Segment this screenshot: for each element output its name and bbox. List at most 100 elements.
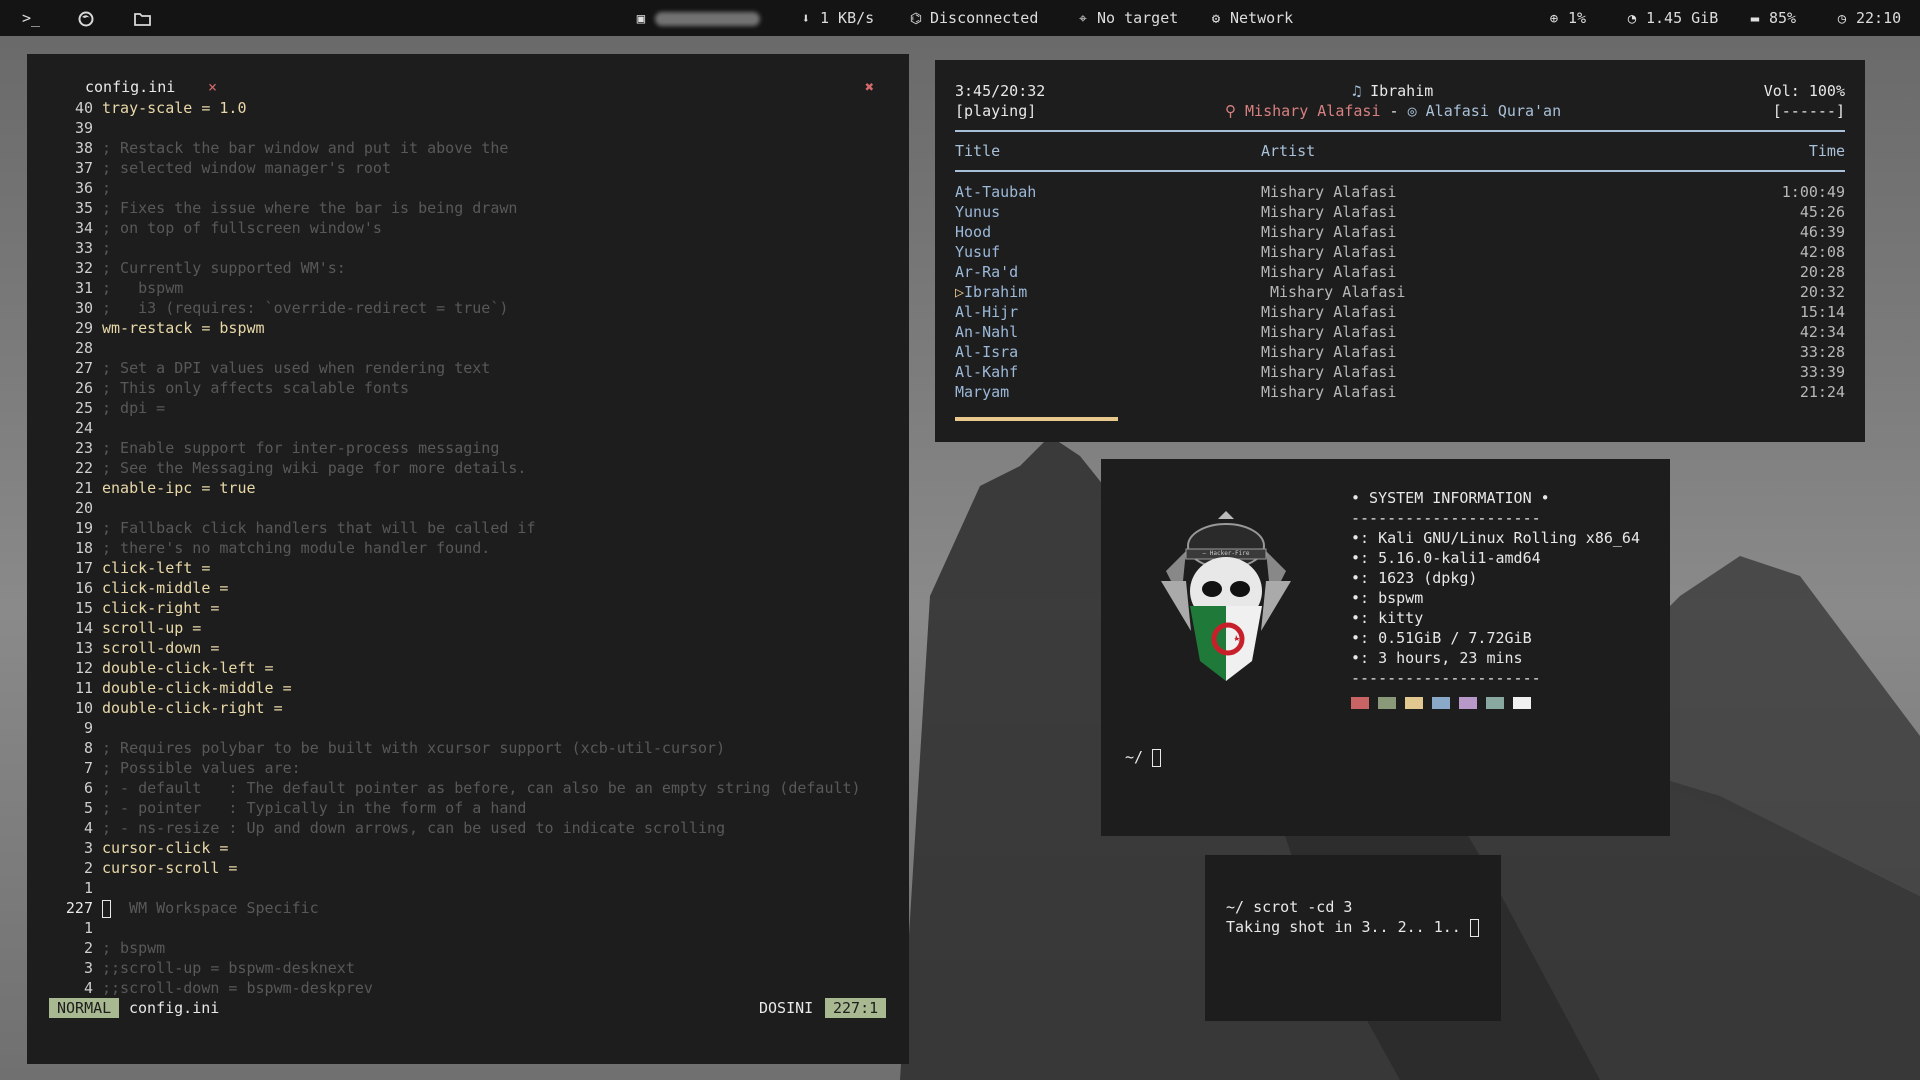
track-row[interactable]: Ar-Ra'd Mishary Alafasi 20:28 <box>955 262 1845 282</box>
editor-line[interactable]: 1 <box>27 918 102 938</box>
comment-text: ; Set a DPI values used when rendering t… <box>102 359 491 377</box>
clock-icon: ◷ <box>1837 11 1847 27</box>
col-time-header[interactable]: Time <box>1809 142 1845 160</box>
editor-line[interactable]: 17 click-left = <box>27 558 210 578</box>
tab-close-icon[interactable]: × <box>208 78 217 96</box>
editor-line[interactable]: 19 ; Fallback click handlers that will be… <box>27 518 536 538</box>
comment-text: ; Possible values are: <box>102 759 301 777</box>
line-number: 13 <box>74 639 93 657</box>
editor-line[interactable]: 28 <box>27 338 102 358</box>
line-number: 39 <box>74 119 93 137</box>
line-number: 34 <box>74 219 93 237</box>
editor-line[interactable]: 4 ; - ns-resize : Up and down arrows, can… <box>27 818 725 838</box>
scrot-terminal[interactable]: ~/ scrot -cd 3 Taking shot in 3.. 2.. 1.… <box>1205 855 1501 1021</box>
hostname-widget: ▣ <box>633 0 760 36</box>
editor-line[interactable]: 38 ; Restack the bar window and put it ab… <box>27 138 508 158</box>
vpn-widget[interactable]: ⌬ Disconnected <box>908 0 1039 36</box>
editor-line[interactable]: 9 <box>27 718 102 738</box>
track-title-text: An-Nahl <box>955 323 1019 341</box>
sysinfo-line: •: 5.16.0-kali1-amd64 <box>1351 549 1541 567</box>
sysinfo-terminal[interactable]: — Hacker-Fire • SYSTEM INFORMATION • ---… <box>1101 459 1670 836</box>
editor-line[interactable]: 25 ; dpi = <box>27 398 165 418</box>
editor-line[interactable]: 1 <box>27 878 102 898</box>
editor-line[interactable]: 2 ; bspwm <box>27 938 165 958</box>
editor-line[interactable]: 22 ; See the Messaging wiki page for more… <box>27 458 527 478</box>
editor-line[interactable]: 2 cursor-scroll = <box>27 858 238 878</box>
editor-line[interactable]: 11 double-click-middle = <box>27 678 292 698</box>
target-widget[interactable]: ⌖ No target <box>1075 0 1178 36</box>
editor-line[interactable]: 4 ;;scroll-down = bspwm-deskprev <box>27 978 373 998</box>
editor-line[interactable]: 13 scroll-down = <box>27 638 219 658</box>
col-title-header[interactable]: Title <box>955 142 1000 160</box>
track-row[interactable]: Al-Kahf Mishary Alafasi 33:39 <box>955 362 1845 382</box>
line-number: 24 <box>74 419 93 437</box>
sysinfo-prompt-line[interactable]: ~/ <box>1125 747 1162 767</box>
editor-line[interactable]: 7 ; Possible values are: <box>27 758 301 778</box>
editor-line[interactable]: 27 ; Set a DPI values used when rendering… <box>27 358 490 378</box>
comment-text: ; bspwm <box>102 279 184 297</box>
line-number: 19 <box>74 519 93 537</box>
track-row[interactable]: ▷Ibrahim Mishary Alafasi 20:32 <box>955 282 1845 302</box>
editor-line[interactable]: 24 <box>27 418 102 438</box>
editor-line[interactable]: 32 ; Currently supported WM's: <box>27 258 346 278</box>
current-artist-line: ⚲ Mishary Alafasi - ◎ Alafasi Qura'an <box>1225 102 1561 120</box>
editor-line[interactable]: 20 <box>27 498 102 518</box>
editor-line[interactable]: 37 ; selected window manager's root <box>27 158 391 178</box>
editor-line[interactable]: 12 double-click-left = <box>27 658 274 678</box>
track-row[interactable]: Al-Isra Mishary Alafasi 33:28 <box>955 342 1845 362</box>
progress-bar[interactable] <box>955 417 1118 421</box>
skull-logo: — Hacker-Fire <box>1156 511 1296 695</box>
track-row[interactable]: Hood Mishary Alafasi 46:39 <box>955 222 1845 242</box>
terminal-icon[interactable]: >_ <box>22 0 40 36</box>
track-artist: Mishary Alafasi <box>1270 283 1406 301</box>
editor-line[interactable]: 30 ; i3 (requires: `override-redirect = t… <box>27 298 508 318</box>
track-title: Yunus <box>955 202 1000 222</box>
color-swatch <box>1351 697 1369 709</box>
network-widget[interactable]: ⚙ Network <box>1208 0 1293 36</box>
editor-line[interactable]: 5 ; - pointer : Typically in the form of … <box>27 798 526 818</box>
editor-line[interactable]: 10 double-click-right = <box>27 698 283 718</box>
editor-line[interactable]: 6 ; - default : The default pointer as be… <box>27 778 861 798</box>
editor-line[interactable]: 35 ; Fixes the issue where the bar is bei… <box>27 198 517 218</box>
editor-line[interactable]: 3 cursor-click = <box>27 838 228 858</box>
volume-level[interactable]: Vol: 100% <box>1764 82 1845 100</box>
editor-line[interactable]: 23 ; Enable support for inter-process mes… <box>27 438 499 458</box>
track-row[interactable]: Maryam Mishary Alafasi 21:24 <box>955 382 1845 402</box>
music-player-window[interactable]: 3:45/20:32 [playing] ♫ Ibrahim ⚲ Mishary… <box>935 60 1865 442</box>
track-row[interactable]: At-Taubah Mishary Alafasi 1:00:49 <box>955 182 1845 202</box>
track-duration: 45:26 <box>1799 203 1845 221</box>
user-icon: ⚲ <box>1225 102 1236 120</box>
comment-text: ;;scroll-down = bspwm-deskprev <box>102 979 373 997</box>
track-row[interactable]: Yunus Mishary Alafasi 45:26 <box>955 202 1845 222</box>
editor-line[interactable]: 39 <box>27 118 102 138</box>
editor-line[interactable]: 33; <box>27 238 111 258</box>
line-number: 15 <box>74 599 93 617</box>
editor-line[interactable]: 18 ; there's no matching module handler f… <box>27 538 490 558</box>
tab-config-ini[interactable]: config.ini <box>85 78 175 96</box>
status-line: NORMAL config.ini DOSINI 227:1 <box>49 998 889 1018</box>
track-row[interactable]: Al-Hijr Mishary Alafasi 15:14 <box>955 302 1845 322</box>
editor-line[interactable]: 15 click-right = <box>27 598 219 618</box>
firefox-icon[interactable] <box>78 0 94 36</box>
col-artist-header[interactable]: Artist <box>1261 142 1315 160</box>
editor-line[interactable]: 36; <box>27 178 111 198</box>
track-title-text: Ibrahim <box>964 283 1028 301</box>
editor-line[interactable]: 29 wm-restack = bspwm <box>27 318 265 338</box>
track-row[interactable]: Yusuf Mishary Alafasi 42:08 <box>955 242 1845 262</box>
folder-icon[interactable] <box>134 0 151 36</box>
editor-window[interactable]: config.ini × ✖ 40 tray-scale = 1.0 39 38; R… <box>27 54 909 1064</box>
editor-line[interactable]: 227 WM Workspace Specific <box>27 898 319 918</box>
editor-line[interactable]: 16 click-middle = <box>27 578 229 598</box>
editor-line[interactable]: 8 ; Requires polybar to be built with xcu… <box>27 738 725 758</box>
editor-line[interactable]: 21 enable-ipc = true <box>27 478 256 498</box>
comment-text: ; Restack the bar window and put it abov… <box>102 139 509 157</box>
editor-line[interactable]: 34 ; on top of fullscreen window's <box>27 218 382 238</box>
track-row[interactable]: An-Nahl Mishary Alafasi 42:34 <box>955 322 1845 342</box>
window-close-icon[interactable]: ✖ <box>865 78 874 96</box>
editor-line[interactable]: 26 ; This only affects scalable fonts <box>27 378 409 398</box>
memory-icon: ◔ <box>1627 11 1637 27</box>
editor-line[interactable]: 40 tray-scale = 1.0 <box>27 98 247 118</box>
editor-line[interactable]: 31 ; bspwm <box>27 278 183 298</box>
editor-line[interactable]: 14 scroll-up = <box>27 618 201 638</box>
editor-line[interactable]: 3 ;;scroll-up = bspwm-desknext <box>27 958 355 978</box>
